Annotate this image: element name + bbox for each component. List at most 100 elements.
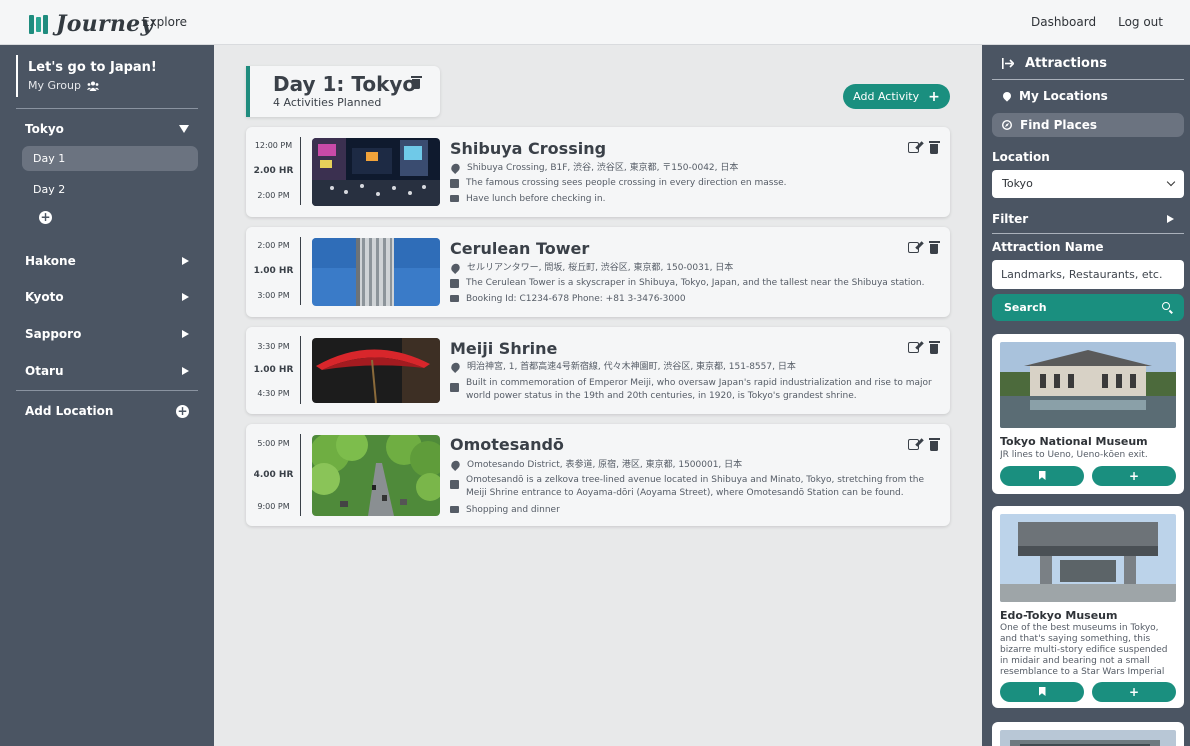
activity-card[interactable]: 2:00 PM 1.00 HR 3:00 PM Cerulean Tower セ… xyxy=(246,227,950,317)
location-label: Tokyo xyxy=(25,122,64,136)
sidebar-location-tokyo[interactable]: Tokyo xyxy=(25,122,189,136)
activity-address: Omotesando District, 表参道, 原宿, 港区, 東京都, 1… xyxy=(467,460,743,470)
activity-card[interactable]: 12:00 PM 2.00 HR 2:00 PM Shibuya Crossin… xyxy=(246,127,950,217)
note-icon xyxy=(450,295,459,302)
activity-times: 5:00 PM 4.00 HR 9:00 PM xyxy=(246,434,301,516)
location-label: Sapporo xyxy=(25,327,82,341)
add-attraction-button[interactable]: + xyxy=(1092,682,1176,702)
activity-image xyxy=(312,238,440,306)
nav-logout-link[interactable]: Log out xyxy=(1118,15,1163,29)
add-activity-label: Add Activity xyxy=(853,90,920,103)
delete-day-icon[interactable] xyxy=(410,76,422,89)
location-pin-icon xyxy=(449,261,462,275)
activity-note: Booking Id: C1234-678 Phone: +81 3-3476-… xyxy=(466,294,686,304)
sidebar-location-sapporo[interactable]: Sapporo xyxy=(25,327,189,341)
location-pin-icon xyxy=(449,360,462,374)
edit-icon[interactable] xyxy=(908,439,919,450)
tab-find-places[interactable]: Find Places xyxy=(992,113,1184,137)
activity-address: Shibuya Crossing, B1F, 渋谷, 渋谷区, 東京都, 〒15… xyxy=(467,163,739,173)
filter-label: Filter xyxy=(992,212,1029,226)
trash-icon[interactable] xyxy=(928,438,940,451)
attraction-name: Tokyo National Museum xyxy=(1000,435,1148,448)
activity-description-row: Omotesandō is a zelkova tree-lined avenu… xyxy=(450,474,942,500)
attractions-title: Attractions xyxy=(1025,56,1107,71)
activity-times: 2:00 PM 1.00 HR 3:00 PM xyxy=(246,237,301,305)
start-time: 3:30 PM xyxy=(257,342,290,351)
trip-group[interactable]: My Group xyxy=(28,79,196,92)
attraction-image xyxy=(1000,342,1176,428)
activity-description: Omotesandō is a zelkova tree-lined avenu… xyxy=(466,475,925,498)
caret-right-icon xyxy=(182,367,189,375)
attraction-name-input[interactable] xyxy=(992,260,1184,289)
attractions-header[interactable]: Attractions xyxy=(1002,56,1107,71)
location-pin-icon xyxy=(449,458,462,472)
add-location-button[interactable]: Add Location + xyxy=(25,404,189,418)
filter-toggle[interactable]: Filter xyxy=(992,212,1174,226)
activity-card[interactable]: 3:30 PM 1.00 HR 4:30 PM Meiji Shrine 明治神… xyxy=(246,327,950,414)
plus-icon: + xyxy=(928,88,940,105)
activity-actions xyxy=(908,438,940,451)
activity-card[interactable]: 5:00 PM 4.00 HR 9:00 PM Omotesandō Omote… xyxy=(246,424,950,526)
attraction-card[interactable]: Tokyo National Museum JR lines to Ueno, … xyxy=(992,334,1184,494)
bookmark-button[interactable] xyxy=(1000,466,1084,486)
activity-description: The famous crossing sees people crossing… xyxy=(466,178,787,188)
tab-my-locations-label: My Locations xyxy=(1019,89,1108,103)
sidebar-day-2[interactable]: Day 2 xyxy=(22,177,198,202)
activity-times: 3:30 PM 1.00 HR 4:30 PM xyxy=(246,336,301,404)
add-attraction-button[interactable]: + xyxy=(1092,466,1176,486)
sidebar-location-hakone[interactable]: Hakone xyxy=(25,254,189,268)
attractions-panel: Attractions My Locations Find Places Loc… xyxy=(982,45,1190,746)
activity-address-row: Omotesando District, 表参道, 原宿, 港区, 東京都, 1… xyxy=(449,458,942,472)
activity-description-row: The famous crossing sees people crossing… xyxy=(450,177,942,190)
panel-divider xyxy=(992,233,1184,234)
activity-description-row: Built in commemoration of Emperor Meiji,… xyxy=(450,377,942,403)
nav-dashboard-link[interactable]: Dashboard xyxy=(1031,15,1096,29)
sidebar-day-1[interactable]: Day 1 xyxy=(22,146,198,171)
tab-my-locations[interactable]: My Locations xyxy=(992,84,1184,108)
note-icon xyxy=(450,195,459,202)
document-icon xyxy=(450,179,459,188)
attraction-image xyxy=(1000,514,1176,602)
nav-explore-link[interactable]: Explore xyxy=(142,15,187,29)
edit-icon[interactable] xyxy=(908,242,919,253)
location-label: Otaru xyxy=(25,364,64,378)
end-time: 4:30 PM xyxy=(257,389,290,398)
location-pin-icon xyxy=(449,161,462,175)
document-icon xyxy=(450,279,459,288)
trash-icon[interactable] xyxy=(928,241,940,254)
document-icon xyxy=(450,480,459,489)
add-day-icon[interactable]: + xyxy=(39,211,52,224)
edit-icon[interactable] xyxy=(908,342,919,353)
attraction-name-label: Attraction Name xyxy=(992,240,1104,254)
caret-down-icon xyxy=(179,125,189,133)
compass-icon xyxy=(1002,120,1012,130)
search-button[interactable]: Search xyxy=(992,294,1184,321)
bookmark-button[interactable] xyxy=(1000,682,1084,702)
bookmark-icon xyxy=(1038,687,1046,696)
trash-icon[interactable] xyxy=(928,141,940,154)
add-activity-button[interactable]: Add Activity + xyxy=(843,84,950,109)
activity-image xyxy=(312,435,440,516)
logo-icon xyxy=(29,14,48,34)
sidebar-location-kyoto[interactable]: Kyoto xyxy=(25,290,189,304)
top-nav: Journey Explore Dashboard Log out xyxy=(0,0,1190,45)
add-circle-icon: + xyxy=(176,403,189,418)
sidebar-location-otaru[interactable]: Otaru xyxy=(25,364,189,378)
activity-actions xyxy=(908,341,940,354)
activity-note-row: Have lunch before checking in. xyxy=(450,193,942,206)
location-select[interactable]: Tokyo xyxy=(992,170,1184,198)
activity-note-row: Booking Id: C1234-678 Phone: +81 3-3476-… xyxy=(450,293,942,306)
duration: 1.00 HR xyxy=(253,266,294,276)
activity-address-row: 明治神宮, 1, 首都高速4号新宿線, 代々木神園町, 渋谷区, 東京都, 15… xyxy=(449,360,942,374)
location-label: Kyoto xyxy=(25,290,64,304)
attraction-card[interactable]: Edo-Tokyo Museum One of the best museums… xyxy=(992,506,1184,708)
attraction-image xyxy=(1000,730,1176,746)
attraction-card[interactable] xyxy=(992,722,1184,746)
trash-icon[interactable] xyxy=(928,341,940,354)
caret-right-icon xyxy=(182,257,189,265)
app-logo[interactable]: Journey xyxy=(29,11,154,37)
edit-icon[interactable] xyxy=(908,142,919,153)
activity-note-row: Shopping and dinner xyxy=(450,504,942,517)
activity-note: Shopping and dinner xyxy=(466,505,560,515)
nav-right: Dashboard Log out xyxy=(1031,15,1163,29)
